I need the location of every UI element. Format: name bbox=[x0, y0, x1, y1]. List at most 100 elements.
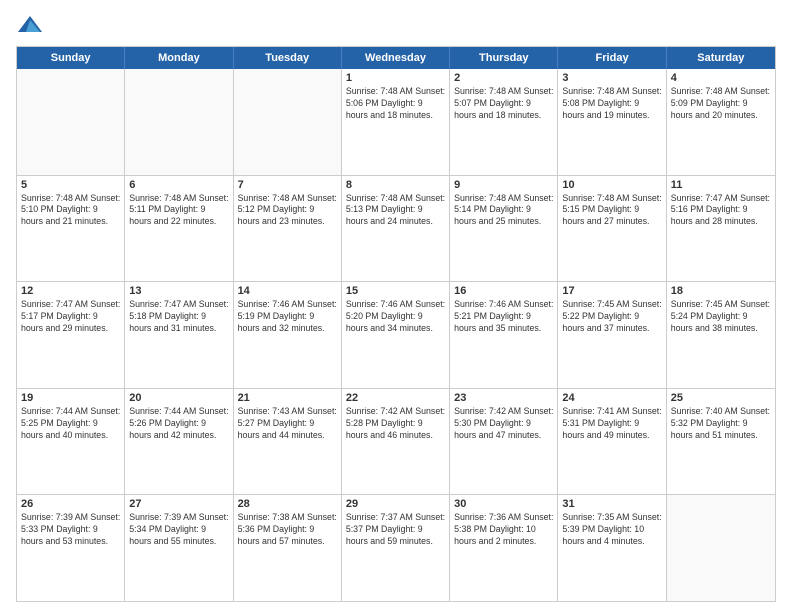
day-number: 6 bbox=[129, 179, 228, 191]
day-number: 22 bbox=[346, 392, 445, 404]
day-number: 31 bbox=[562, 498, 661, 510]
calendar-cell: 18 Sunrise: 7:45 AM Sunset: 5:24 PM Dayli… bbox=[667, 282, 775, 388]
cell-info: Sunrise: 7:47 AM Sunset: 5:17 PM Dayligh… bbox=[21, 299, 120, 335]
calendar-cell: 7 Sunrise: 7:48 AM Sunset: 5:12 PM Daylig… bbox=[234, 176, 342, 282]
calendar-cell: 3 Sunrise: 7:48 AM Sunset: 5:08 PM Daylig… bbox=[558, 69, 666, 175]
cell-info: Sunrise: 7:37 AM Sunset: 5:37 PM Dayligh… bbox=[346, 512, 445, 548]
day-number: 11 bbox=[671, 179, 771, 191]
cell-info: Sunrise: 7:48 AM Sunset: 5:07 PM Dayligh… bbox=[454, 86, 553, 122]
cell-info: Sunrise: 7:42 AM Sunset: 5:30 PM Dayligh… bbox=[454, 406, 553, 442]
day-number: 13 bbox=[129, 285, 228, 297]
cell-info: Sunrise: 7:43 AM Sunset: 5:27 PM Dayligh… bbox=[238, 406, 337, 442]
cell-info: Sunrise: 7:38 AM Sunset: 5:36 PM Dayligh… bbox=[238, 512, 337, 548]
calendar-cell: 8 Sunrise: 7:48 AM Sunset: 5:13 PM Daylig… bbox=[342, 176, 450, 282]
header-day-tuesday: Tuesday bbox=[234, 47, 342, 69]
calendar-cell bbox=[234, 69, 342, 175]
cell-info: Sunrise: 7:45 AM Sunset: 5:24 PM Dayligh… bbox=[671, 299, 771, 335]
calendar-row-1: 5 Sunrise: 7:48 AM Sunset: 5:10 PM Daylig… bbox=[17, 175, 775, 282]
cell-info: Sunrise: 7:47 AM Sunset: 5:16 PM Dayligh… bbox=[671, 193, 771, 229]
cell-info: Sunrise: 7:48 AM Sunset: 5:10 PM Dayligh… bbox=[21, 193, 120, 229]
day-number: 2 bbox=[454, 72, 553, 84]
cell-info: Sunrise: 7:46 AM Sunset: 5:21 PM Dayligh… bbox=[454, 299, 553, 335]
cell-info: Sunrise: 7:48 AM Sunset: 5:15 PM Dayligh… bbox=[562, 193, 661, 229]
calendar-cell bbox=[667, 495, 775, 601]
cell-info: Sunrise: 7:46 AM Sunset: 5:20 PM Dayligh… bbox=[346, 299, 445, 335]
calendar-row-4: 26Sunrise: 7:39 AM Sunset: 5:33 PM Dayli… bbox=[17, 494, 775, 601]
calendar-cell: 12 Sunrise: 7:47 AM Sunset: 5:17 PM Dayli… bbox=[17, 282, 125, 388]
cell-info: Sunrise: 7:44 AM Sunset: 5:26 PM Dayligh… bbox=[129, 406, 228, 442]
calendar-cell: 22 Sunrise: 7:42 AM Sunset: 5:28 PM Dayli… bbox=[342, 389, 450, 495]
cell-info: Sunrise: 7:48 AM Sunset: 5:14 PM Dayligh… bbox=[454, 193, 553, 229]
calendar-cell: 11 Sunrise: 7:47 AM Sunset: 5:16 PM Dayli… bbox=[667, 176, 775, 282]
calendar-cell: 30 Sunrise: 7:36 AM Sunset: 5:38 PM Dayli… bbox=[450, 495, 558, 601]
header bbox=[16, 12, 776, 40]
header-day-thursday: Thursday bbox=[450, 47, 558, 69]
day-number: 8 bbox=[346, 179, 445, 191]
calendar-cell: 29 Sunrise: 7:37 AM Sunset: 5:37 PM Dayli… bbox=[342, 495, 450, 601]
day-number: 12 bbox=[21, 285, 120, 297]
cell-info: Sunrise: 7:48 AM Sunset: 5:08 PM Dayligh… bbox=[562, 86, 661, 122]
day-number: 5 bbox=[21, 179, 120, 191]
cell-info: Sunrise: 7:48 AM Sunset: 5:06 PM Dayligh… bbox=[346, 86, 445, 122]
calendar-cell: 24 Sunrise: 7:41 AM Sunset: 5:31 PM Dayli… bbox=[558, 389, 666, 495]
calendar-row-2: 12 Sunrise: 7:47 AM Sunset: 5:17 PM Dayli… bbox=[17, 281, 775, 388]
calendar-row-0: 1 Sunrise: 7:48 AM Sunset: 5:06 PM Daylig… bbox=[17, 69, 775, 175]
calendar-cell: 19Sunrise: 7:44 AM Sunset: 5:25 PM Dayli… bbox=[17, 389, 125, 495]
calendar-cell: 4 Sunrise: 7:48 AM Sunset: 5:09 PM Daylig… bbox=[667, 69, 775, 175]
cell-info: Sunrise: 7:41 AM Sunset: 5:31 PM Dayligh… bbox=[562, 406, 661, 442]
cell-info: Sunrise: 7:46 AM Sunset: 5:19 PM Dayligh… bbox=[238, 299, 337, 335]
calendar-cell: 23 Sunrise: 7:42 AM Sunset: 5:30 PM Dayli… bbox=[450, 389, 558, 495]
calendar-cell: 13 Sunrise: 7:47 AM Sunset: 5:18 PM Dayli… bbox=[125, 282, 233, 388]
calendar-body: 1 Sunrise: 7:48 AM Sunset: 5:06 PM Daylig… bbox=[17, 69, 775, 601]
calendar-cell: 31 Sunrise: 7:35 AM Sunset: 5:39 PM Dayli… bbox=[558, 495, 666, 601]
calendar-cell: 25 Sunrise: 7:40 AM Sunset: 5:32 PM Dayli… bbox=[667, 389, 775, 495]
cell-info: Sunrise: 7:35 AM Sunset: 5:39 PM Dayligh… bbox=[562, 512, 661, 548]
calendar-cell bbox=[17, 69, 125, 175]
page: SundayMondayTuesdayWednesdayThursdayFrid… bbox=[0, 0, 792, 612]
header-day-saturday: Saturday bbox=[667, 47, 775, 69]
cell-info: Sunrise: 7:47 AM Sunset: 5:18 PM Dayligh… bbox=[129, 299, 228, 335]
day-number: 7 bbox=[238, 179, 337, 191]
calendar-header: SundayMondayTuesdayWednesdayThursdayFrid… bbox=[17, 47, 775, 69]
calendar-cell bbox=[125, 69, 233, 175]
cell-info: Sunrise: 7:39 AM Sunset: 5:33 PM Dayligh… bbox=[21, 512, 120, 548]
calendar-cell: 2 Sunrise: 7:48 AM Sunset: 5:07 PM Daylig… bbox=[450, 69, 558, 175]
calendar-cell: 14 Sunrise: 7:46 AM Sunset: 5:19 PM Dayli… bbox=[234, 282, 342, 388]
cell-info: Sunrise: 7:42 AM Sunset: 5:28 PM Dayligh… bbox=[346, 406, 445, 442]
day-number: 23 bbox=[454, 392, 553, 404]
cell-info: Sunrise: 7:40 AM Sunset: 5:32 PM Dayligh… bbox=[671, 406, 771, 442]
day-number: 24 bbox=[562, 392, 661, 404]
day-number: 15 bbox=[346, 285, 445, 297]
day-number: 27 bbox=[129, 498, 228, 510]
day-number: 28 bbox=[238, 498, 337, 510]
cell-info: Sunrise: 7:36 AM Sunset: 5:38 PM Dayligh… bbox=[454, 512, 553, 548]
day-number: 1 bbox=[346, 72, 445, 84]
calendar-cell: 21Sunrise: 7:43 AM Sunset: 5:27 PM Dayli… bbox=[234, 389, 342, 495]
cell-info: Sunrise: 7:48 AM Sunset: 5:13 PM Dayligh… bbox=[346, 193, 445, 229]
day-number: 20 bbox=[129, 392, 228, 404]
calendar-row-3: 19Sunrise: 7:44 AM Sunset: 5:25 PM Dayli… bbox=[17, 388, 775, 495]
calendar-cell: 20 Sunrise: 7:44 AM Sunset: 5:26 PM Dayli… bbox=[125, 389, 233, 495]
calendar-cell: 16Sunrise: 7:46 AM Sunset: 5:21 PM Dayli… bbox=[450, 282, 558, 388]
calendar-cell: 5 Sunrise: 7:48 AM Sunset: 5:10 PM Daylig… bbox=[17, 176, 125, 282]
header-day-wednesday: Wednesday bbox=[342, 47, 450, 69]
cell-info: Sunrise: 7:39 AM Sunset: 5:34 PM Dayligh… bbox=[129, 512, 228, 548]
day-number: 25 bbox=[671, 392, 771, 404]
cell-info: Sunrise: 7:45 AM Sunset: 5:22 PM Dayligh… bbox=[562, 299, 661, 335]
day-number: 17 bbox=[562, 285, 661, 297]
day-number: 29 bbox=[346, 498, 445, 510]
day-number: 14 bbox=[238, 285, 337, 297]
header-day-monday: Monday bbox=[125, 47, 233, 69]
calendar-cell: 27 Sunrise: 7:39 AM Sunset: 5:34 PM Dayli… bbox=[125, 495, 233, 601]
calendar-cell: 9 Sunrise: 7:48 AM Sunset: 5:14 PM Daylig… bbox=[450, 176, 558, 282]
calendar-cell: 17 Sunrise: 7:45 AM Sunset: 5:22 PM Dayli… bbox=[558, 282, 666, 388]
day-number: 9 bbox=[454, 179, 553, 191]
day-number: 30 bbox=[454, 498, 553, 510]
day-number: 3 bbox=[562, 72, 661, 84]
day-number: 4 bbox=[671, 72, 771, 84]
cell-info: Sunrise: 7:48 AM Sunset: 5:12 PM Dayligh… bbox=[238, 193, 337, 229]
day-number: 19 bbox=[21, 392, 120, 404]
day-number: 18 bbox=[671, 285, 771, 297]
cell-info: Sunrise: 7:48 AM Sunset: 5:09 PM Dayligh… bbox=[671, 86, 771, 122]
calendar: SundayMondayTuesdayWednesdayThursdayFrid… bbox=[16, 46, 776, 602]
